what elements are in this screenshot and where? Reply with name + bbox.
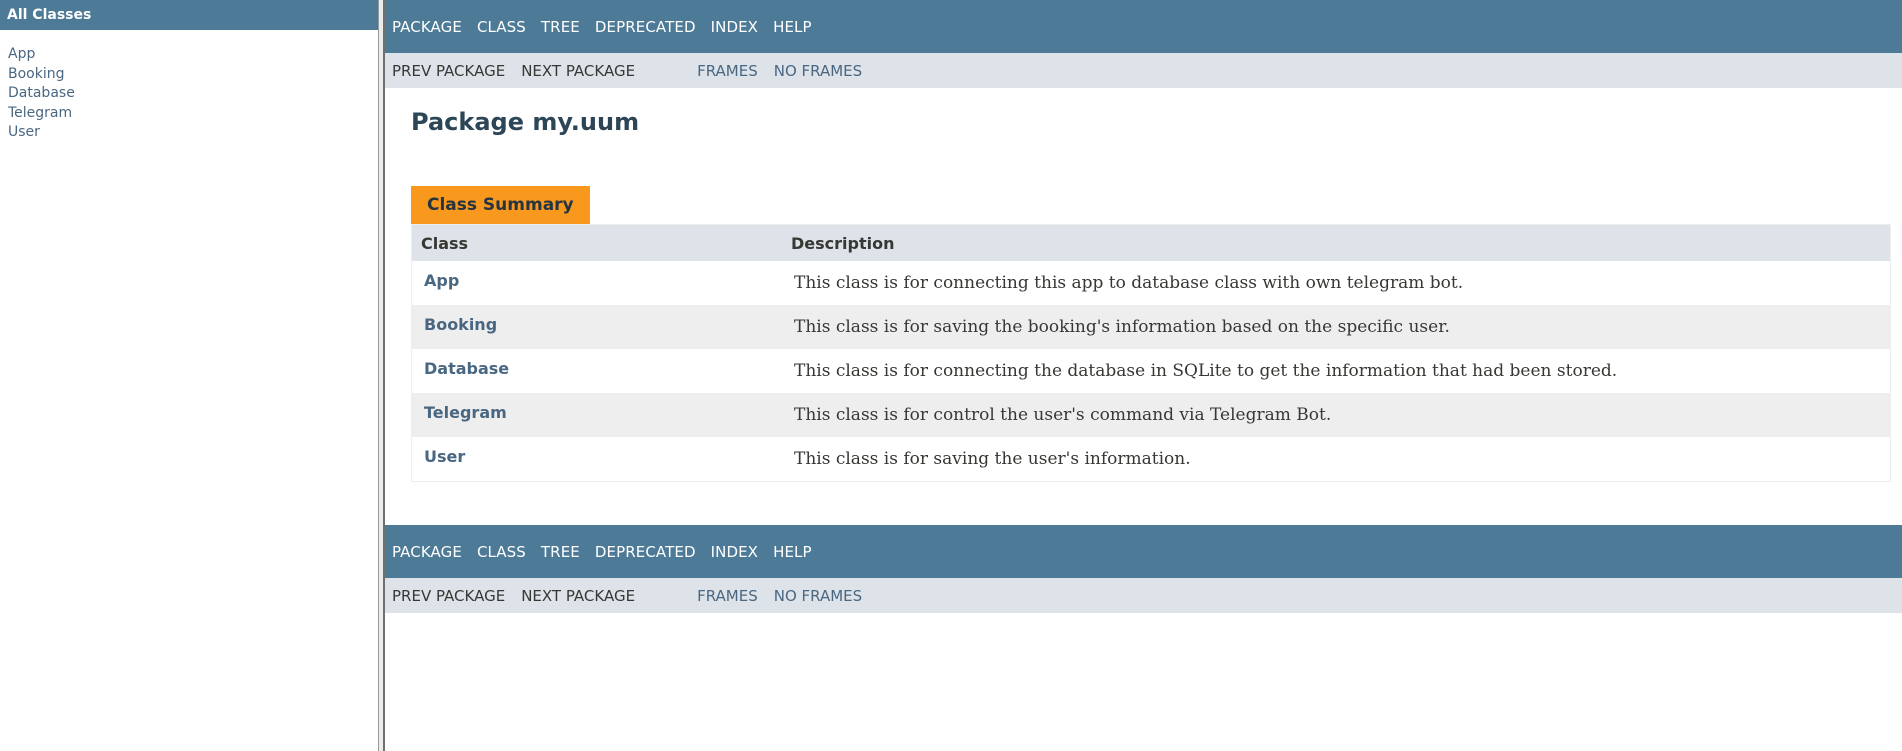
all-classes-list: App Booking Database Telegram User [0,45,378,143]
class-cell: Database [412,349,783,393]
bottom-nav-bar: PACKAGE CLASS TREE DEPRECATED INDEX HELP [385,525,1902,578]
nav-tree[interactable]: TREE [541,543,580,561]
next-package: NEXT PACKAGE [521,61,636,80]
nav-deprecated[interactable]: DEPRECATED [595,543,696,561]
table-row: App This class is for connecting this ap… [412,261,1891,305]
table-row: User This class is for saving the user's… [412,437,1891,482]
description-cell: This class is for saving the booking's i… [782,305,1891,349]
column-header-description: Description [782,224,1891,261]
table-row: Database This class is for connecting th… [412,349,1891,393]
nav-class: CLASS [476,542,526,561]
description-cell: This class is for saving the user's info… [794,449,1191,469]
all-classes-heading: All Classes [0,0,378,30]
list-item: Telegram [8,104,378,124]
column-header-class: Class [411,224,782,261]
class-cell: Telegram [411,393,782,437]
nav-deprecated[interactable]: DEPRECATED [595,18,696,36]
nav-tree[interactable]: TREE [541,18,580,36]
description-cell: This class is for connecting the databas… [794,361,1618,381]
page-title: Package my.uum [411,108,640,136]
class-summary-link-database[interactable]: Database [424,359,509,378]
class-summary-caption: Class Summary [411,186,590,224]
top-nav-bar: PACKAGE CLASS TREE DEPRECATED INDEX HELP [385,0,1902,53]
nav-help[interactable]: HELP [773,18,812,36]
class-summary-link-user[interactable]: User [424,447,465,466]
class-summary-link-app[interactable]: App [424,271,459,290]
all-classes-frame: All Classes App Booking Database Telegra… [0,0,378,751]
bottom-sub-nav-bar: PREV PACKAGE NEXT PACKAGE FRAMES NO FRAM… [385,578,1902,613]
class-cell: User [412,437,783,482]
nav-package: PACKAGE [392,542,462,561]
prev-package: PREV PACKAGE [392,61,506,80]
class-summary-table: Class Description App This class is for … [411,224,1891,482]
list-item: Database [8,84,378,104]
table-row: Telegram This class is for control the u… [411,393,1891,437]
list-item: User [8,123,378,143]
frames-link[interactable]: FRAMES [697,587,758,605]
nav-index[interactable]: INDEX [711,543,758,561]
frame-resize-handle[interactable] [378,0,385,751]
table-header-row: Class Description [411,224,1891,261]
class-cell: App [412,261,783,305]
nav-package: PACKAGE [392,17,462,36]
class-link-telegram[interactable]: Telegram [8,105,72,121]
list-item: App [8,45,378,65]
table-row: Booking This class is for saving the boo… [411,305,1891,349]
bottom-nav: PACKAGE CLASS TREE DEPRECATED INDEX HELP… [385,525,1902,613]
sub-nav-bar: PREV PACKAGE NEXT PACKAGE FRAMES NO FRAM… [385,53,1902,88]
description-cell: This class is for control the user's com… [782,393,1891,437]
class-cell: Booking [411,305,782,349]
nav-help[interactable]: HELP [773,543,812,561]
prev-package: PREV PACKAGE [392,586,506,605]
next-package: NEXT PACKAGE [521,586,636,605]
no-frames-link[interactable]: NO FRAMES [774,587,862,605]
description-cell: This class is for connecting this app to… [794,273,1464,293]
nav-class: CLASS [476,17,526,36]
class-link-booking[interactable]: Booking [8,66,65,82]
class-link-user[interactable]: User [8,124,40,140]
class-link-database[interactable]: Database [8,85,75,101]
class-summary-link-telegram[interactable]: Telegram [424,403,507,422]
class-link-app[interactable]: App [8,46,35,62]
package-frame: PACKAGE CLASS TREE DEPRECATED INDEX HELP… [385,0,1902,751]
list-item: Booking [8,65,378,85]
no-frames-link[interactable]: NO FRAMES [774,62,862,80]
class-summary: Class Summary Class Description App This… [411,186,1891,482]
class-summary-link-booking[interactable]: Booking [424,315,497,334]
frames-link[interactable]: FRAMES [697,62,758,80]
nav-index[interactable]: INDEX [711,18,758,36]
